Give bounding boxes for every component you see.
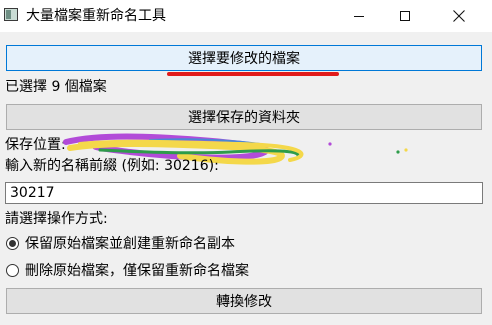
delete-original-option-label: 刪除原始檔案，僅保留重新命名檔案 (25, 263, 249, 279)
radio-button[interactable] (6, 263, 19, 277)
maximize-icon (400, 11, 410, 21)
close-icon (453, 10, 465, 22)
prefix-input[interactable] (5, 182, 483, 204)
keep-original-option[interactable]: 保留原始檔案並創建重新命名副本 (6, 234, 235, 252)
title-bar: 大量檔案重新命名工具 (0, 0, 492, 32)
select-files-button-label: 選擇要修改的檔案 (188, 51, 300, 67)
save-location-label: 保存位置: (5, 137, 66, 153)
window-title: 大量檔案重新命名工具 (26, 8, 166, 24)
minimize-icon (354, 15, 364, 17)
maximize-button[interactable] (382, 0, 428, 32)
radio-button-selected[interactable] (6, 236, 19, 250)
select-folder-button[interactable]: 選擇保存的資料夾 (6, 104, 482, 130)
minimize-button[interactable] (336, 0, 382, 32)
close-button[interactable] (436, 0, 482, 32)
convert-button-label: 轉換修改 (216, 294, 272, 310)
delete-original-option[interactable]: 刪除原始檔案，僅保留重新命名檔案 (6, 261, 249, 279)
operation-label: 請選擇操作方式: (5, 211, 108, 227)
prefix-label: 輸入新的名稱前綴 (例如: 30216): (5, 158, 219, 174)
red-underline-annotation (167, 72, 339, 76)
select-files-button[interactable]: 選擇要修改的檔案 (6, 45, 482, 71)
select-folder-button-label: 選擇保存的資料夾 (188, 110, 300, 126)
selected-files-status: 已選擇 9 個檔案 (5, 79, 107, 95)
keep-original-option-label: 保留原始檔案並創建重新命名副本 (25, 236, 235, 252)
convert-button[interactable]: 轉換修改 (6, 288, 482, 314)
app-icon (4, 8, 18, 21)
